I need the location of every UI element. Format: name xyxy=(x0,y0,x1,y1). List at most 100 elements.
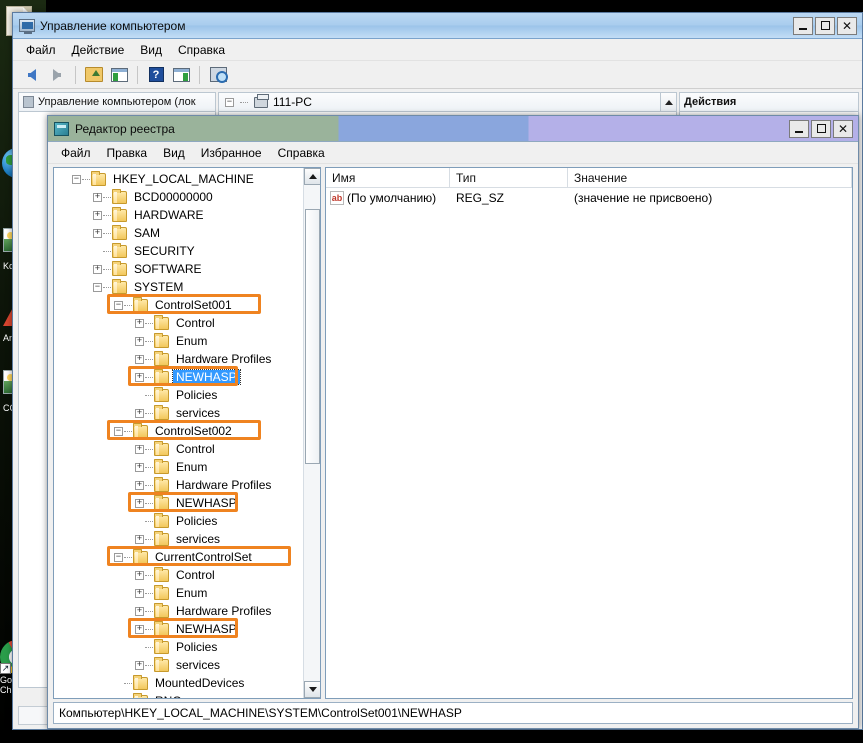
expand-icon[interactable]: + xyxy=(93,210,102,220)
registry-tree-row[interactable]: + Enum xyxy=(54,584,303,602)
expand-icon[interactable]: + xyxy=(135,588,144,598)
registry-tree-row[interactable]: + Hardware Profiles xyxy=(54,350,303,368)
registry-tree-row[interactable]: + Control xyxy=(54,566,303,584)
minimize-button[interactable] xyxy=(789,119,809,138)
registry-key-label[interactable]: RNG xyxy=(152,694,185,698)
registry-tree-vertical-scrollbar[interactable] xyxy=(303,168,320,698)
menu-item-favorites[interactable]: Избранное xyxy=(194,144,269,162)
registry-tree-row[interactable]: + SAM xyxy=(54,224,303,242)
back-arrow-icon[interactable] xyxy=(21,64,43,86)
registry-tree-row[interactable]: RNG xyxy=(54,692,303,698)
registry-tree-row[interactable]: + HARDWARE xyxy=(54,206,303,224)
expand-icon[interactable]: + xyxy=(135,372,144,382)
registry-tree-row[interactable]: Policies xyxy=(54,512,303,530)
registry-tree-row[interactable]: MountedDevices xyxy=(54,674,303,692)
collapse-icon[interactable]: − xyxy=(72,174,81,184)
registry-key-label[interactable]: Hardware Profiles xyxy=(173,478,274,492)
minimize-button[interactable] xyxy=(793,16,813,35)
registry-tree-row[interactable]: − ControlSet002 xyxy=(54,422,303,440)
registry-key-label[interactable]: SAM xyxy=(131,226,163,240)
registry-tree-row[interactable]: + services xyxy=(54,530,303,548)
results-scroll-up-button[interactable] xyxy=(660,93,676,111)
menu-item-file[interactable]: Файл xyxy=(19,41,63,59)
forward-arrow-icon[interactable] xyxy=(46,64,68,86)
expander-icon[interactable]: − xyxy=(225,97,234,107)
maximize-button[interactable] xyxy=(815,16,835,35)
help-icon[interactable]: ? xyxy=(145,64,167,86)
expand-icon[interactable]: + xyxy=(135,444,144,454)
menu-item-view[interactable]: Вид xyxy=(156,144,192,162)
expand-icon[interactable]: + xyxy=(93,264,102,274)
registry-key-label[interactable]: Enum xyxy=(173,460,210,474)
collapse-icon[interactable]: − xyxy=(114,300,123,310)
registry-key-tree-rows[interactable]: − HKEY_LOCAL_MACHINE + BCD00000000 + HARDWARE… xyxy=(54,168,303,698)
registry-key-label[interactable]: NEWHASP xyxy=(173,622,240,636)
computer-management-titlebar[interactable]: Управление компьютером ✕ xyxy=(13,13,862,39)
expand-icon[interactable]: + xyxy=(135,660,144,670)
registry-key-label[interactable]: SOFTWARE xyxy=(131,262,205,276)
registry-key-label[interactable]: services xyxy=(173,658,223,672)
registry-tree-row[interactable]: + NEWHASP xyxy=(54,368,303,386)
menu-item-view[interactable]: Вид xyxy=(133,41,169,59)
registry-key-label[interactable]: Control xyxy=(173,442,218,456)
registry-key-label[interactable]: HARDWARE xyxy=(131,208,207,222)
results-pane-node[interactable]: − 111-PC xyxy=(219,93,660,109)
up-folder-icon[interactable] xyxy=(83,64,105,86)
registry-tree-row[interactable]: + Control xyxy=(54,440,303,458)
expand-icon[interactable]: + xyxy=(135,318,144,328)
registry-key-label[interactable]: SECURITY xyxy=(131,244,198,258)
collapse-icon[interactable]: − xyxy=(114,426,123,436)
registry-key-label[interactable]: MountedDevices xyxy=(152,676,247,690)
registry-key-label[interactable]: services xyxy=(173,532,223,546)
registry-tree-row[interactable]: + Hardware Profiles xyxy=(54,476,303,494)
registry-tree-row[interactable]: − CurrentControlSet xyxy=(54,548,303,566)
registry-key-label[interactable]: services xyxy=(173,406,223,420)
collapse-icon[interactable]: − xyxy=(93,282,102,292)
registry-tree-row[interactable]: + SOFTWARE xyxy=(54,260,303,278)
expand-icon[interactable]: + xyxy=(135,570,144,580)
expand-icon[interactable]: + xyxy=(135,498,144,508)
expand-icon[interactable]: + xyxy=(135,462,144,472)
value-row-default[interactable]: ab (По умолчанию) REG_SZ (значение не пр… xyxy=(326,188,852,208)
registry-tree-row[interactable]: Policies xyxy=(54,386,303,404)
menu-item-help[interactable]: Справка xyxy=(171,41,232,59)
registry-key-label[interactable]: Hardware Profiles xyxy=(173,352,274,366)
scroll-down-button[interactable] xyxy=(304,681,320,698)
registry-tree-row[interactable]: − SYSTEM xyxy=(54,278,303,296)
close-button[interactable]: ✕ xyxy=(833,119,853,138)
menu-item-file[interactable]: Файл xyxy=(54,144,98,162)
refresh-icon[interactable] xyxy=(207,64,229,86)
registry-value-list[interactable]: Имя Тип Значение ab (По умолчанию) REG_S… xyxy=(325,167,853,699)
expand-icon[interactable]: + xyxy=(135,354,144,364)
registry-key-label[interactable]: NEWHASP xyxy=(172,369,241,385)
collapse-icon[interactable]: − xyxy=(114,552,123,562)
registry-tree-row[interactable]: + services xyxy=(54,404,303,422)
registry-tree-row[interactable]: + Hardware Profiles xyxy=(54,602,303,620)
registry-key-label[interactable]: SYSTEM xyxy=(131,280,186,294)
close-button[interactable]: ✕ xyxy=(837,16,857,35)
registry-key-tree[interactable]: − HKEY_LOCAL_MACHINE + BCD00000000 + HARDWARE… xyxy=(53,167,321,699)
expand-icon[interactable]: + xyxy=(135,480,144,490)
registry-key-label[interactable]: BCD00000000 xyxy=(131,190,216,204)
registry-tree-row[interactable]: + services xyxy=(54,656,303,674)
registry-tree-row[interactable]: Policies xyxy=(54,638,303,656)
menu-item-edit[interactable]: Правка xyxy=(100,144,155,162)
registry-key-label[interactable]: Policies xyxy=(173,640,220,654)
registry-key-label[interactable]: ControlSet001 xyxy=(152,298,235,312)
column-header-value[interactable]: Значение xyxy=(568,168,852,187)
registry-key-label[interactable]: Enum xyxy=(173,586,210,600)
menu-item-action[interactable]: Действие xyxy=(65,41,132,59)
registry-key-label[interactable]: Control xyxy=(173,316,218,330)
scroll-up-button[interactable] xyxy=(304,168,320,185)
registry-tree-row[interactable]: + NEWHASP xyxy=(54,620,303,638)
expand-icon[interactable]: + xyxy=(93,192,102,202)
column-header-name[interactable]: Имя xyxy=(326,168,450,187)
expand-icon[interactable]: + xyxy=(93,228,102,238)
scrollbar-thumb[interactable] xyxy=(305,209,320,464)
registry-tree-row[interactable]: + NEWHASP xyxy=(54,494,303,512)
column-header-type[interactable]: Тип xyxy=(450,168,568,187)
registry-key-label[interactable]: Enum xyxy=(173,334,210,348)
registry-tree-row[interactable]: − ControlSet001 xyxy=(54,296,303,314)
registry-tree-row[interactable]: + BCD00000000 xyxy=(54,188,303,206)
registry-key-label[interactable]: Policies xyxy=(173,388,220,402)
